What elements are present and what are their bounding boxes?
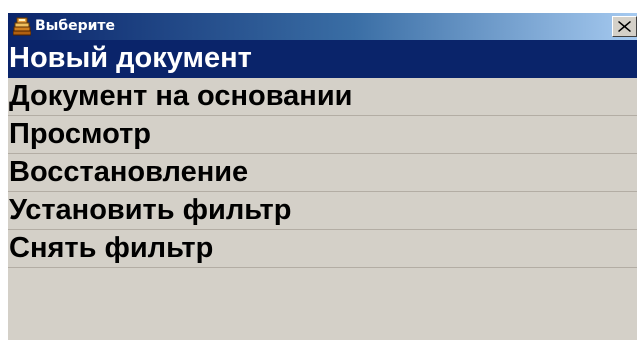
cash-register-icon — [12, 17, 32, 36]
dialog-title: Выберите — [35, 18, 116, 34]
menu-item-based-on-document[interactable]: Документ на основании — [8, 78, 637, 116]
title-bar[interactable]: Выберите — [8, 13, 637, 40]
menu-item-set-filter[interactable]: Установить фильтр — [8, 192, 637, 230]
close-icon — [618, 21, 631, 32]
menu-item-new-document[interactable]: Новый документ — [8, 40, 637, 78]
menu-list: Новый документ Документ на основании Про… — [8, 40, 637, 268]
choice-dialog: Выберите Новый документ Документ на осно… — [8, 13, 637, 340]
menu-item-clear-filter[interactable]: Снять фильтр — [8, 230, 637, 268]
menu-item-view[interactable]: Просмотр — [8, 116, 637, 154]
close-button[interactable] — [612, 16, 637, 37]
menu-item-restore[interactable]: Восстановление — [8, 154, 637, 192]
screen: Выберите Новый документ Документ на осно… — [0, 0, 637, 340]
